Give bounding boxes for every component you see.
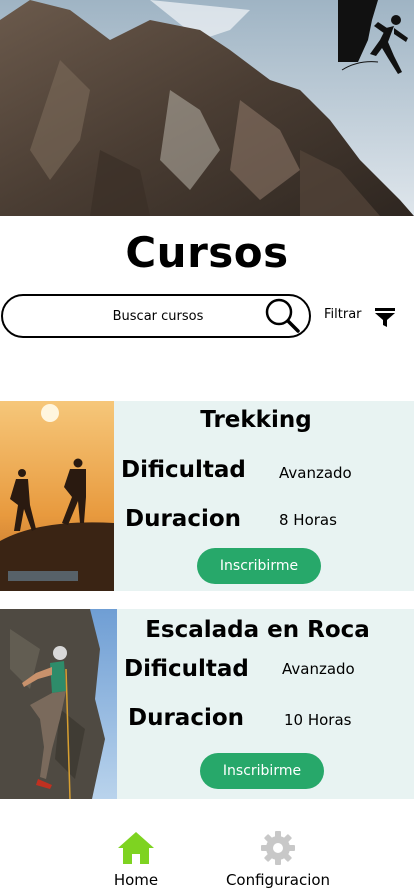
enroll-button[interactable]: Inscribirme [200,753,324,789]
duration-label: Duracion [128,705,245,731]
rock-climber-photo [0,609,117,799]
page-title: Cursos [125,228,289,277]
enroll-button[interactable]: Inscribirme [197,548,321,584]
nav-home-label: Home [113,871,159,889]
course-card-escalada[interactable]: Escalada en Roca Dificultad Avanzado Dur… [0,609,414,799]
nav-settings[interactable]: Configuracion [214,830,342,889]
course-card-trekking[interactable]: Trekking Dificultad Avanzado Duracion 8 … [0,401,414,591]
difficulty-value: Avanzado [282,660,355,678]
home-icon [118,832,154,864]
duration-value: 8 Horas [279,511,337,529]
header-mountain-image [0,0,414,216]
filter-label[interactable]: Filtrar [324,307,362,322]
difficulty-label: Dificultad [124,656,249,682]
nav-settings-label: Configuracion [225,871,331,889]
rock-climber-icon [338,0,414,84]
hikers-silhouette-sunset-photo [0,401,114,591]
course-title: Escalada en Roca [145,617,370,643]
bottom-navigation: Home Configuracion [0,820,414,896]
difficulty-value: Avanzado [279,464,352,482]
filter-funnel-icon[interactable] [374,306,396,328]
course-title: Trekking [200,407,312,433]
duration-label: Duracion [125,506,242,532]
gear-icon [261,831,295,865]
nav-home[interactable]: Home [98,830,174,889]
duration-value: 10 Horas [284,711,352,729]
difficulty-label: Dificultad [121,457,246,483]
search-icon[interactable] [264,297,302,335]
